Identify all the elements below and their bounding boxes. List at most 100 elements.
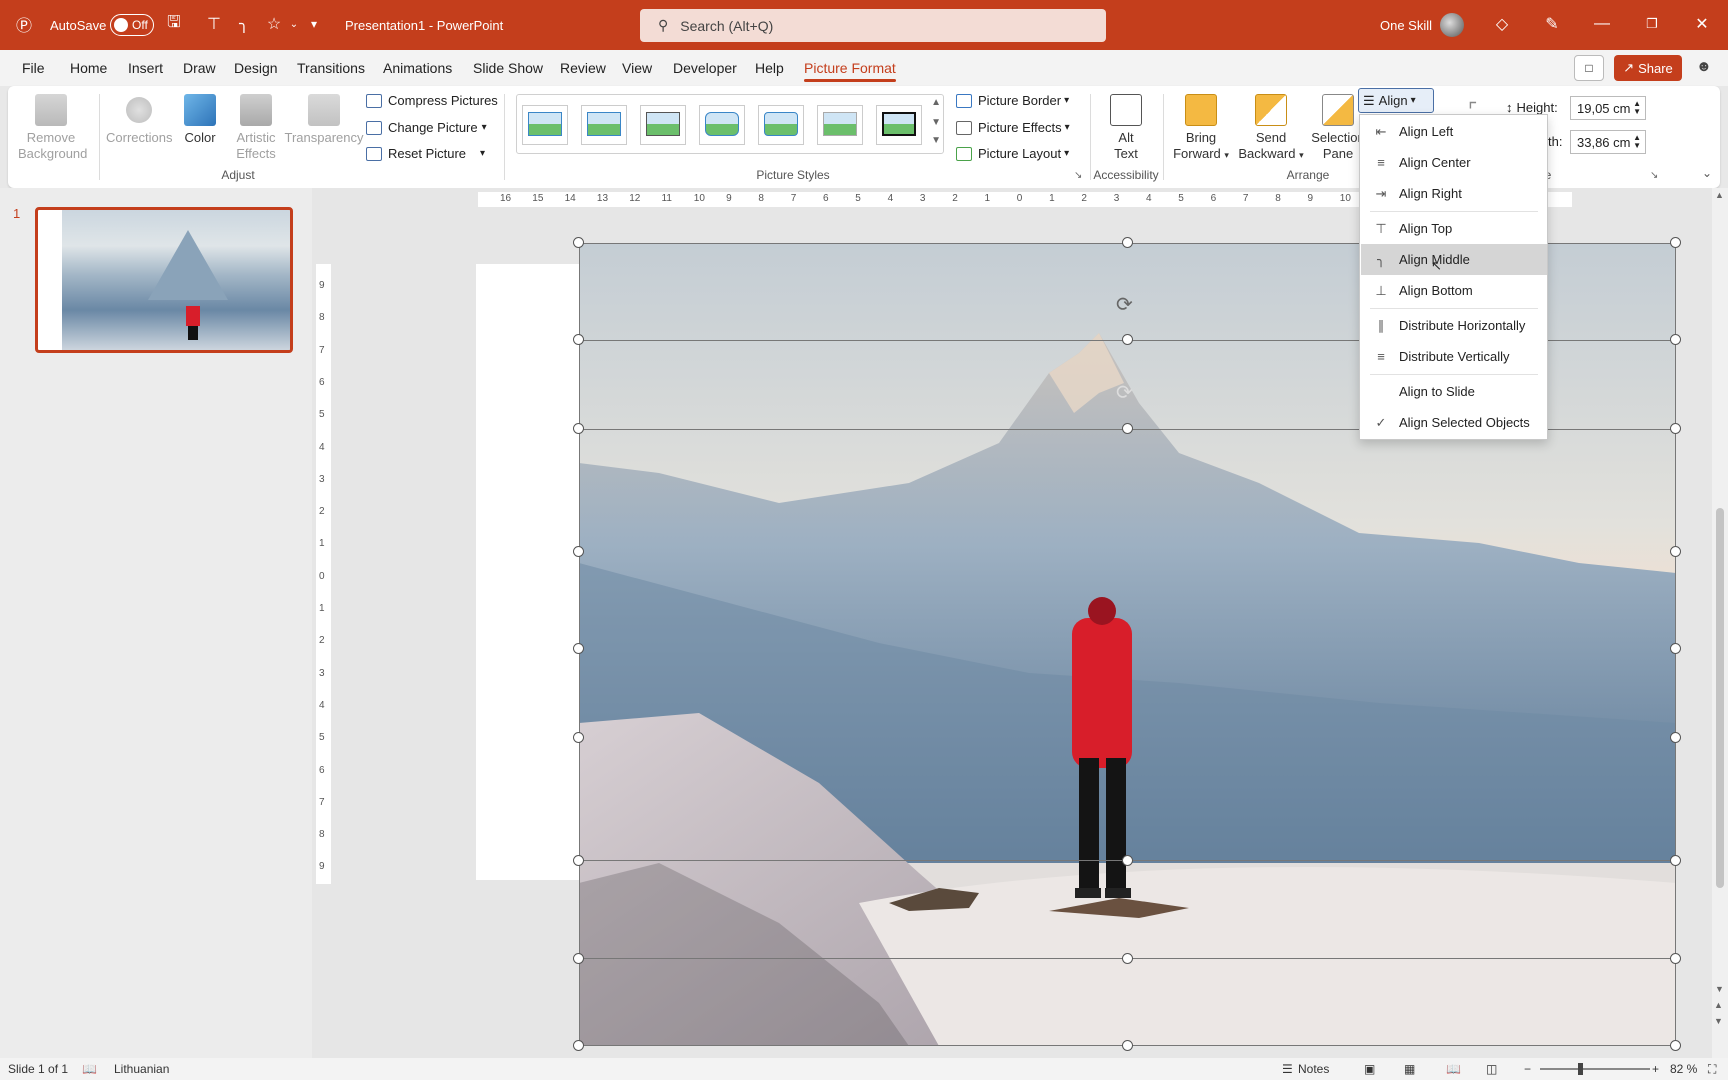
height-input[interactable]: 19,05 cm ▲ ▼ [1570, 96, 1646, 120]
resize-handle[interactable] [1670, 1040, 1681, 1051]
resize-handle[interactable] [573, 423, 584, 434]
user-name[interactable]: One Skill [1380, 0, 1432, 50]
picture-style-7[interactable] [876, 105, 922, 145]
tab-transitions[interactable]: Transitions [297, 60, 365, 76]
picture-layout-button[interactable]: Picture Layout ▾ [956, 146, 1069, 161]
resize-handle[interactable] [1122, 953, 1133, 964]
picture-style-2[interactable] [581, 105, 627, 145]
prev-slide-icon[interactable]: ▲ [1714, 1000, 1723, 1010]
menu-item-align-right[interactable]: ⇥ Align Right [1361, 178, 1547, 209]
share-button[interactable]: ↗ Share [1614, 55, 1682, 81]
gallery-more-icon[interactable]: ▼ [931, 135, 941, 146]
picture-style-6[interactable] [817, 105, 863, 145]
spinner-icon[interactable]: ▲ ▼ [1633, 100, 1641, 116]
tab-design[interactable]: Design [234, 60, 278, 76]
tab-draw[interactable]: Draw [183, 60, 216, 76]
compress-pictures-button[interactable]: Compress Pictures [366, 93, 498, 108]
picture-style-4[interactable] [699, 105, 745, 145]
collapse-ribbon-icon[interactable]: ⌄ [1702, 166, 1712, 180]
width-input[interactable]: 33,86 cm ▲ ▼ [1570, 130, 1646, 154]
menu-item-align-to-slide[interactable]: Align to Slide [1361, 376, 1547, 407]
reset-picture-button[interactable]: Reset Picture ▾ [366, 146, 485, 161]
save-icon[interactable]: 🖫 [162, 12, 186, 36]
rotate-handle-icon[interactable]: ⟳ [1116, 380, 1133, 405]
menu-item-align-center[interactable]: ≡ Align Center [1361, 147, 1547, 178]
menu-item-align-selected-objects[interactable]: ✓ Align Selected Objects [1361, 407, 1547, 438]
resize-handle[interactable] [1670, 334, 1681, 345]
reading-view-icon[interactable]: 📖 [1446, 1062, 1461, 1076]
gallery-scroll-up-icon[interactable]: ▲ [931, 97, 941, 108]
spinner-icon[interactable]: ▲ ▼ [1633, 134, 1641, 150]
resize-handle[interactable] [573, 1040, 584, 1051]
zoom-slider[interactable] [1540, 1068, 1650, 1070]
resize-handle[interactable] [1122, 423, 1133, 434]
autosave-toggle[interactable]: Off [110, 14, 154, 36]
resize-handle[interactable] [1670, 855, 1681, 866]
resize-handle[interactable] [1670, 643, 1681, 654]
picture-border-button[interactable]: Picture Border ▾ [956, 93, 1069, 108]
resize-handle[interactable] [1670, 423, 1681, 434]
minimize-icon[interactable]: — [1590, 12, 1614, 36]
gallery-scroll-down-icon[interactable]: ▼ [931, 117, 941, 128]
menu-item-distribute-horizontally[interactable]: ∥ Distribute Horizontally [1361, 310, 1547, 341]
menu-item-align-bottom[interactable]: ⊥ Align Bottom [1361, 275, 1547, 306]
tab-home[interactable]: Home [70, 60, 107, 76]
search-box[interactable]: ⚲ Search (Alt+Q) [640, 9, 1106, 42]
resize-handle[interactable] [573, 855, 584, 866]
bring-forward-button[interactable]: Bring Forward ▾ [1168, 94, 1234, 163]
zoom-out-icon[interactable]: − [1524, 1062, 1531, 1076]
menu-item-align-middle[interactable]: ╮ Align Middle ↖ [1361, 244, 1547, 275]
tab-picture-format[interactable]: Picture Format [804, 60, 896, 82]
next-slide-icon[interactable]: ▼ [1714, 1016, 1723, 1026]
tab-animations[interactable]: Animations [383, 60, 452, 76]
picture-style-5[interactable] [758, 105, 804, 145]
resize-handle[interactable] [573, 334, 584, 345]
scroll-thumb[interactable] [1716, 508, 1724, 888]
align-top-qat-icon[interactable]: ⊤ [202, 12, 226, 36]
resize-handle[interactable] [1670, 953, 1681, 964]
resize-handle[interactable] [573, 546, 584, 557]
resize-handle[interactable] [573, 953, 584, 964]
resize-handle[interactable] [1122, 334, 1133, 345]
tab-help[interactable]: Help [755, 60, 784, 76]
resize-handle[interactable] [1122, 237, 1133, 248]
tab-developer[interactable]: Developer [673, 60, 737, 76]
scroll-down-icon[interactable]: ▼ [1715, 984, 1724, 994]
tab-slide-show[interactable]: Slide Show [473, 60, 543, 76]
artistic-effects-button[interactable]: Artistic Effects [228, 94, 284, 162]
align-middle-qat-icon[interactable]: ╮ [232, 12, 256, 36]
picture-style-3[interactable] [640, 105, 686, 145]
slide-thumbnail[interactable] [35, 207, 293, 353]
fit-to-window-icon[interactable]: ⛶ [1708, 1062, 1716, 1077]
resize-handle[interactable] [1122, 855, 1133, 866]
rotate-handle-icon[interactable]: ⟳ [1116, 292, 1133, 317]
restore-icon[interactable]: ❐ [1640, 12, 1664, 36]
tab-review[interactable]: Review [560, 60, 606, 76]
resize-handle[interactable] [1670, 732, 1681, 743]
menu-item-align-left[interactable]: ⇤ Align Left [1361, 116, 1547, 147]
send-backward-button[interactable]: Send Backward ▾ [1236, 94, 1306, 163]
tab-view[interactable]: View [622, 60, 652, 76]
spellcheck-icon[interactable]: 📖 [82, 1062, 97, 1076]
tab-insert[interactable]: Insert [128, 60, 163, 76]
zoom-in-icon[interactable]: + [1652, 1062, 1659, 1076]
align-button[interactable]: ☰ Align ▾ [1358, 88, 1434, 113]
slide-sorter-icon[interactable]: ▦ [1404, 1062, 1415, 1076]
picture-styles-dialog-launcher-icon[interactable]: ↘ [1074, 170, 1082, 181]
alt-text-button[interactable]: Alt Text [1098, 94, 1154, 162]
avatar[interactable] [1440, 13, 1464, 37]
resize-handle[interactable] [1670, 237, 1681, 248]
language-indicator[interactable]: Lithuanian [114, 1062, 169, 1076]
zoom-level[interactable]: 82 % [1670, 1062, 1697, 1076]
close-icon[interactable]: ✕ [1690, 12, 1714, 36]
pen-icon[interactable]: ✎ [1540, 12, 1564, 36]
notes-button[interactable]: Notes [1298, 1062, 1329, 1076]
picture-effects-button[interactable]: Picture Effects ▾ [956, 120, 1070, 135]
normal-view-icon[interactable]: ▣ [1364, 1062, 1375, 1076]
resize-handle[interactable] [1670, 546, 1681, 557]
resize-handle[interactable] [1122, 1040, 1133, 1051]
resize-handle[interactable] [573, 237, 584, 248]
coauthor-icon[interactable]: ☻ [1696, 58, 1712, 75]
picture-style-1[interactable] [522, 105, 568, 145]
color-button[interactable]: Color [178, 94, 222, 146]
